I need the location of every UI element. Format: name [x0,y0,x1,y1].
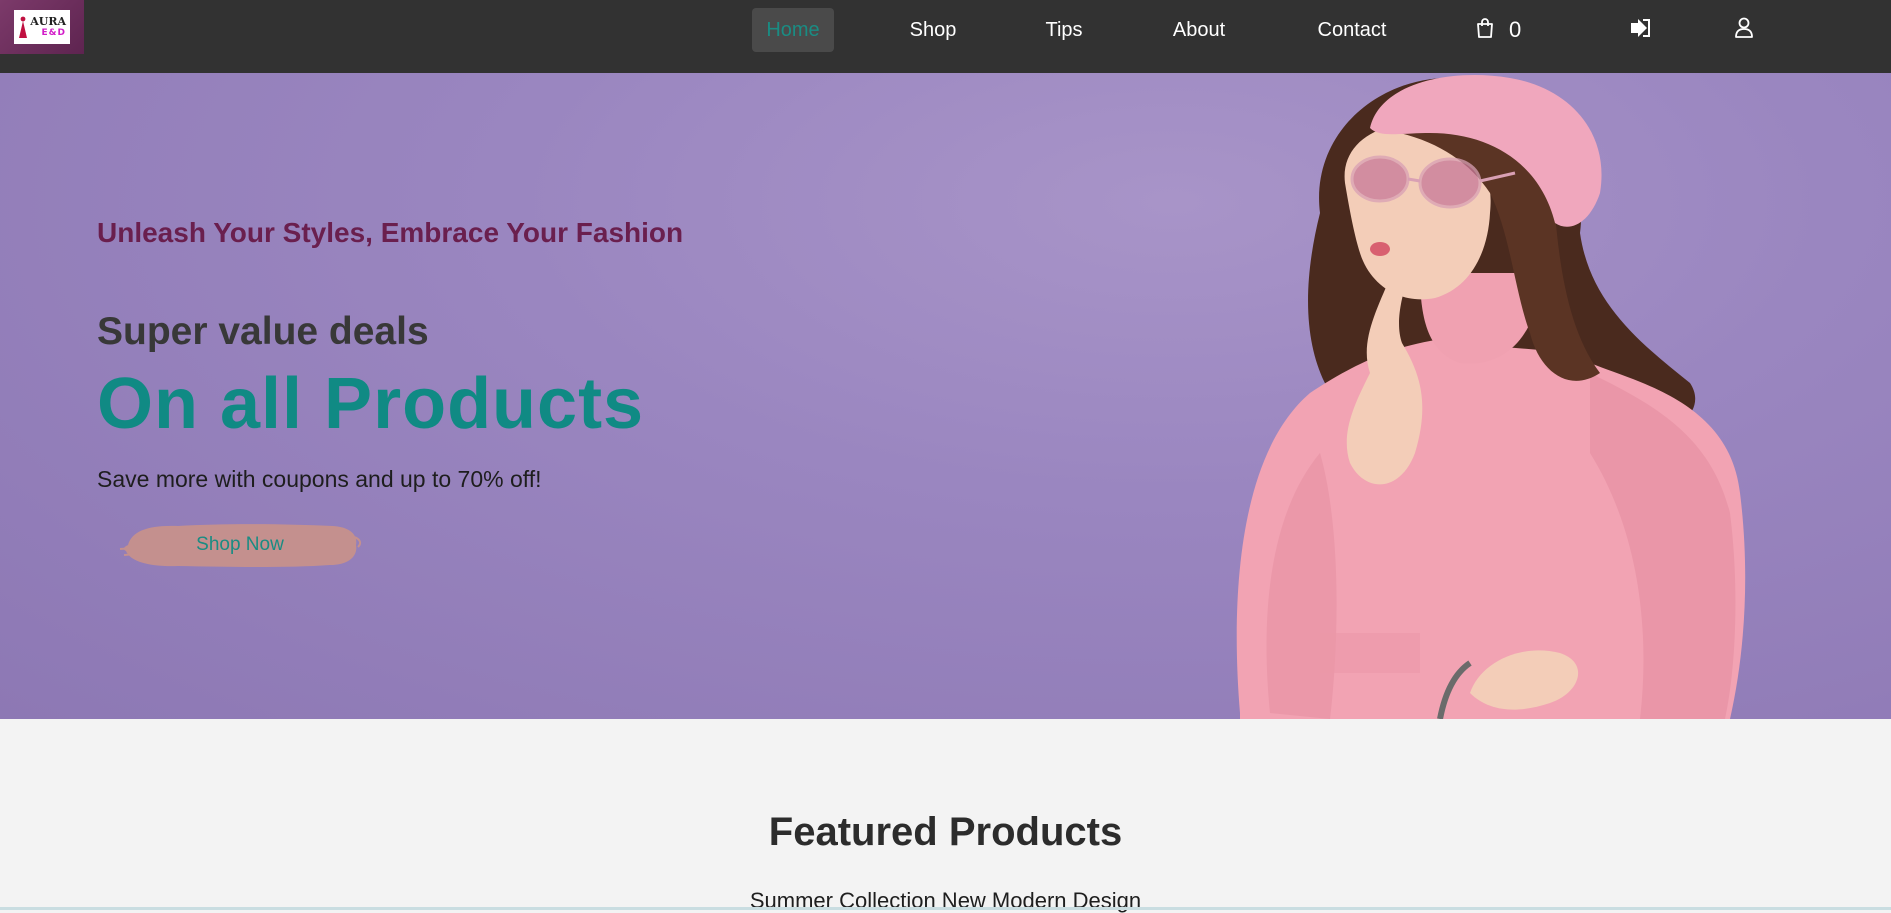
logo-text-bottom: E&D [41,28,66,38]
nav-tips[interactable]: Tips [1036,8,1092,52]
hero-heading: On all Products [97,364,645,444]
cart-count: 0 [1509,17,1522,42]
hero-description: Save more with coupons and up to 70% off… [97,466,542,492]
hero-tagline: Unleash Your Styles, Embrace Your Fashio… [97,217,684,248]
hero-banner: Unleash Your Styles, Embrace Your Fashio… [0,73,1891,719]
logo-figure-icon [19,16,27,38]
page: AURA E&D Home Shop Tips About Contact 0 [0,0,1891,913]
nav-about[interactable]: About [1164,8,1234,52]
shop-now-button[interactable]: Shop Now [118,519,362,571]
navbar: AURA E&D Home Shop Tips About Contact 0 [0,0,1891,73]
logo-mark: AURA E&D [14,10,70,44]
model-image [1236,75,1746,719]
nav-home[interactable]: Home [752,8,834,52]
bottom-divider [0,907,1891,910]
nav-contact[interactable]: Contact [1310,8,1394,52]
logo[interactable]: AURA E&D [0,0,84,54]
logo-text-top: AURA [30,15,66,28]
hero-subheading: Super value deals [97,310,429,353]
user-icon[interactable] [1732,14,1756,42]
nav-shop[interactable]: Shop [898,8,968,52]
logout-icon[interactable] [1628,14,1652,42]
featured-title: Featured Products [768,810,1123,854]
cart-icon[interactable] [1473,14,1497,42]
shop-now-label: Shop Now [196,534,284,555]
